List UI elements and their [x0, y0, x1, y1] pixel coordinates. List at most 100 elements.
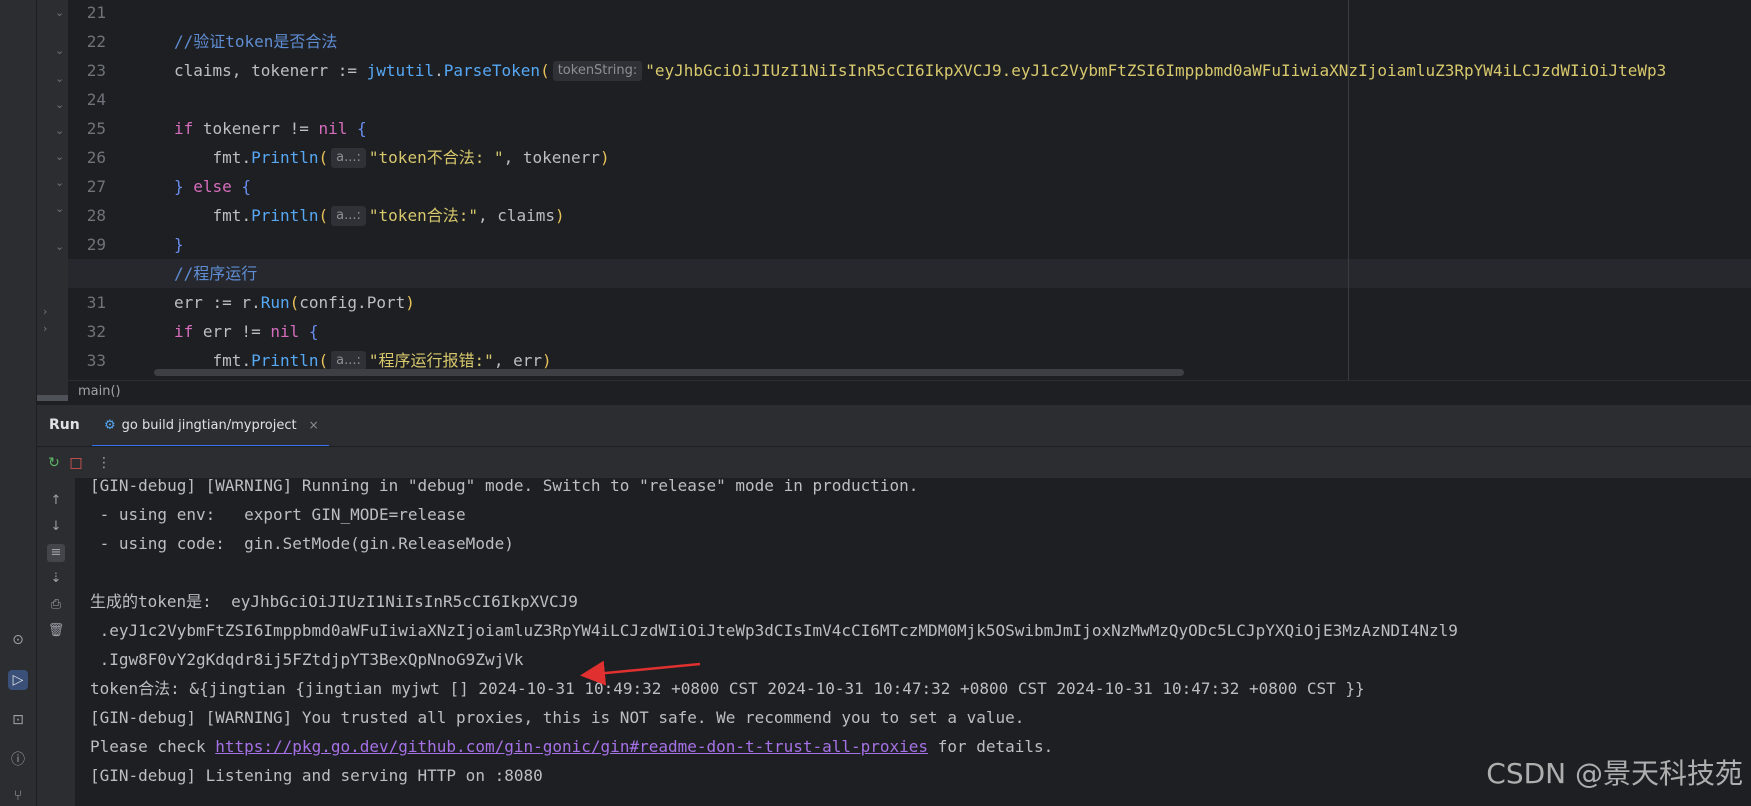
code-token: (	[318, 148, 329, 167]
line-number: 23	[86, 61, 106, 80]
parameter-hint: a...:	[331, 351, 366, 371]
code-token: if	[174, 119, 194, 138]
code-token: else	[193, 177, 232, 196]
code-line[interactable]: fmt.Println(a...: "token不合法: ", tokenerr)	[152, 143, 1751, 172]
fold-marker-icon[interactable]: ⌄	[55, 6, 64, 19]
structure-strip: ⌄ ⌄ ⌄ ⌄ ⌄ ⌄ ⌄ ⌄ ⌄ › ›	[37, 0, 68, 395]
fold-marker-icon[interactable]: ⌄	[55, 150, 64, 163]
line-number: 25	[86, 119, 106, 138]
code-token: (	[318, 206, 329, 225]
fold-marker-icon[interactable]: ⌄	[55, 202, 64, 215]
print-icon[interactable]: ⎙	[47, 596, 65, 614]
parameter-hint: a...:	[331, 148, 366, 168]
close-tab-icon[interactable]: ×	[309, 418, 319, 432]
code-token: "token不合法: "	[368, 148, 504, 167]
code-line[interactable]	[152, 85, 1751, 114]
code-line[interactable]: err := r.Run(config.Port)	[152, 288, 1751, 317]
tool-window-strip: ⊙ ▷ ⊡ ⓘ ⑂	[0, 0, 37, 806]
run-tool-window-header: Run ⚙ go build jingtian/myproject ×	[37, 404, 1751, 447]
code-token: ParseToken	[443, 61, 541, 80]
code-token: fmt	[174, 206, 242, 225]
code-line[interactable]: fmt.Println(a...: "token合法:", claims)	[152, 201, 1751, 230]
fold-marker-icon[interactable]: ⌄	[55, 72, 64, 85]
code-token: err := r.	[174, 293, 261, 312]
code-line[interactable]: //验证token是否合法	[152, 27, 1751, 56]
problems-icon[interactable]: ⓘ	[8, 750, 28, 770]
fold-marker-icon[interactable]: ⌄	[55, 240, 64, 253]
line-number: 26	[86, 148, 106, 167]
line-number-gutter: 21222324252627282930313233	[68, 0, 152, 380]
line-number: 28	[86, 206, 106, 225]
code-token: nil	[270, 322, 300, 341]
code-token: )	[599, 148, 610, 167]
run-icon[interactable]: ▷	[8, 670, 28, 690]
code-line[interactable]: } else {	[152, 172, 1751, 201]
parameter-hint: a...:	[331, 206, 366, 226]
tab-run-configuration[interactable]: ⚙ go build jingtian/myproject ×	[92, 405, 329, 447]
breadcrumb[interactable]: main()	[68, 380, 1751, 404]
code-token: )	[541, 351, 552, 370]
watermark: CSDN @景天科技苑	[1486, 757, 1743, 790]
code-token: tokenerr !=	[193, 119, 319, 138]
go-build-icon: ⚙	[104, 417, 116, 433]
code-line[interactable]: if err != nil {	[152, 317, 1751, 346]
code-token: .	[241, 206, 252, 225]
soft-wrap-icon[interactable]: ≡	[47, 544, 65, 562]
console-side-toolbar: ↑ ↓ ≡ ⇣ ⎙ 🗑	[37, 478, 75, 806]
scroll-up-icon[interactable]: ↑	[47, 492, 65, 510]
code-token: .	[241, 351, 252, 370]
line-number: 31	[86, 293, 106, 312]
breadcrumb-function[interactable]: main()	[78, 384, 121, 399]
code-token: (	[289, 293, 300, 312]
run-panel-title: Run	[49, 417, 80, 433]
code-token: "token合法:"	[368, 206, 478, 225]
line-number: 33	[86, 351, 106, 370]
code-token: Println	[251, 148, 319, 167]
code-token: {	[347, 119, 367, 138]
code-line[interactable]: claims, tokenerr := jwtutil.ParseToken(t…	[152, 56, 1751, 85]
line-number: 27	[86, 177, 106, 196]
code-token: .	[434, 61, 444, 80]
rerun-icon[interactable]: ↻	[45, 454, 63, 472]
code-token: .	[241, 148, 252, 167]
code-token: Port	[366, 293, 406, 312]
code-token: , claims	[477, 206, 556, 225]
clear-all-icon[interactable]: 🗑	[47, 622, 65, 640]
line-number: 24	[86, 90, 106, 109]
scroll-to-end-icon[interactable]: ⇣	[47, 570, 65, 588]
code-line[interactable]	[152, 0, 1751, 27]
code-token: )	[555, 206, 565, 225]
code-line[interactable]: if tokenerr != nil {	[152, 114, 1751, 143]
terminal-icon[interactable]: ⊡	[8, 710, 28, 730]
fold-marker-icon[interactable]: ⌄	[55, 124, 64, 137]
code-token: err !=	[193, 322, 271, 341]
fold-marker-icon[interactable]: ⌄	[55, 176, 64, 189]
code-token: Println	[251, 351, 319, 370]
services-icon[interactable]: ⊙	[8, 630, 28, 650]
code-line[interactable]: }	[152, 230, 1751, 259]
code-token: , tokenerr	[503, 148, 600, 167]
run-toolbar: ↻ □ ⋮	[37, 446, 1751, 478]
code-token: "程序运行报错:"	[368, 351, 494, 370]
git-icon[interactable]: ⑂	[8, 786, 28, 806]
code-token: (	[318, 351, 329, 370]
scroll-down-icon[interactable]: ↓	[47, 518, 65, 536]
expand-arrow-icon[interactable]: ›	[43, 322, 47, 335]
fold-marker-icon[interactable]: ⌄	[55, 98, 64, 111]
code-line[interactable]: //程序运行	[68, 259, 1751, 288]
line-number: 29	[86, 235, 106, 254]
fold-marker-icon[interactable]: ⌄	[55, 44, 64, 57]
code-token: nil	[318, 119, 348, 138]
expand-arrow-icon[interactable]: ›	[43, 305, 47, 318]
code-token: //程序运行	[174, 264, 258, 283]
line-number: 32	[86, 322, 106, 341]
code-area[interactable]: //验证token是否合法 claims, tokenerr := jwtutil…	[68, 0, 1751, 380]
code-token: (	[540, 61, 550, 80]
code-token: Println	[251, 206, 319, 225]
code-token: fmt	[174, 148, 242, 167]
code-editor[interactable]: 21222324252627282930313233 //验证token是否合法…	[68, 0, 1751, 380]
stop-icon[interactable]: □	[67, 454, 85, 472]
code-token: }	[174, 235, 184, 254]
horizontal-scrollbar[interactable]	[154, 369, 1184, 376]
more-options-icon[interactable]: ⋮	[95, 454, 113, 472]
